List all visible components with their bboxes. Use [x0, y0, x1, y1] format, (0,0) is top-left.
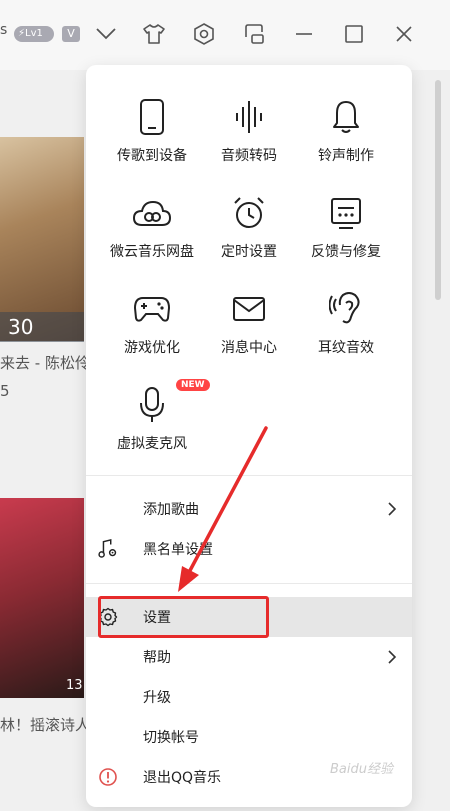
grid-label: 铃声制作 — [318, 148, 374, 164]
song-title-1[interactable]: 来去 - 陈松伶 — [0, 352, 86, 373]
new-badge: NEW — [176, 379, 210, 391]
exit-alert-icon — [98, 767, 118, 787]
menu-divider — [86, 583, 412, 584]
chevron-down-icon[interactable] — [92, 20, 120, 48]
grid-label: 传歌到设备 — [117, 148, 187, 164]
menu-item-blacklist-settings[interactable]: 黑名单设置 — [86, 529, 412, 569]
menu-grid-message-center[interactable]: 消息中心 — [199, 287, 299, 371]
bell-icon — [326, 95, 366, 139]
menu-item-label: 黑名单设置 — [143, 542, 213, 558]
watermark-text: Baidu经验 — [330, 762, 393, 777]
menu-grid-transfer-to-device[interactable]: 传歌到设备 — [102, 95, 202, 179]
chevron-right-icon — [386, 649, 398, 665]
annotation-highlight-box — [98, 596, 269, 638]
ear-icon — [326, 287, 366, 331]
main-menu-popup: 传歌到设备 音频转码 铃声制作 微云音乐网盘 定时设置 反馈与修复 游戏优化 消… — [86, 65, 412, 807]
menu-grid-virtual-mic[interactable]: NEW 虚拟麦克风 — [102, 379, 210, 467]
grid-label: 音频转码 — [221, 148, 277, 164]
menu-grid-earprint-effect[interactable]: 耳纹音效 — [296, 287, 396, 371]
menu-grid-timer[interactable]: 定时设置 — [199, 191, 299, 275]
grid-label: 反馈与修复 — [311, 244, 381, 260]
grid-label: 微云音乐网盘 — [110, 244, 194, 260]
album-cover-1[interactable] — [0, 137, 84, 341]
level-badge-text: Lv1 — [25, 28, 43, 39]
grid-label: 耳纹音效 — [318, 340, 374, 356]
menu-grid-cloud-drive[interactable]: 微云音乐网盘 — [102, 191, 202, 275]
menu-item-help[interactable]: 帮助 — [86, 637, 412, 677]
song-title-2[interactable]: 林！摇滚诗人 — [0, 714, 86, 735]
music-note-gear-icon — [98, 538, 118, 559]
settings-hex-icon[interactable] — [190, 20, 218, 48]
grid-label: 定时设置 — [221, 244, 277, 260]
audio-waveform-icon — [229, 95, 269, 139]
mail-icon — [229, 287, 269, 331]
close-icon[interactable] — [390, 20, 418, 48]
album-cover-2-count: 13 — [66, 678, 83, 693]
tshirt-skin-icon[interactable] — [140, 20, 168, 48]
menu-item-add-songs[interactable]: 添加歌曲 — [86, 489, 412, 529]
phone-device-icon — [132, 95, 172, 139]
menu-item-label: 添加歌曲 — [143, 502, 199, 518]
album-cover-2[interactable] — [0, 498, 84, 698]
menu-item-upgrade[interactable]: 升级 — [86, 677, 412, 717]
chevron-right-icon — [386, 501, 398, 517]
menu-divider — [86, 475, 412, 476]
menu-item-label: 帮助 — [143, 650, 171, 666]
menu-grid-feedback[interactable]: 反馈与修复 — [296, 191, 396, 275]
level-badge[interactable]: ⚡Lv1 — [14, 26, 54, 42]
grid-label: 消息中心 — [221, 340, 277, 356]
menu-item-switch-account[interactable]: 切换帐号 — [86, 717, 412, 757]
alarm-clock-icon — [229, 191, 269, 235]
scrollbar[interactable] — [435, 80, 441, 300]
menu-grid-audio-transcode[interactable]: 音频转码 — [199, 95, 299, 179]
grid-label: 游戏优化 — [124, 340, 180, 356]
song-subtitle-1: 5 — [0, 382, 10, 400]
minimize-icon[interactable] — [290, 20, 318, 48]
vip-badge[interactable]: V — [62, 26, 80, 42]
feedback-icon — [326, 191, 366, 235]
title-bar: s ⚡Lv1 V — [0, 0, 450, 70]
microphone-icon — [132, 383, 172, 427]
menu-item-label: 升级 — [143, 690, 171, 706]
menu-grid-ringtone[interactable]: 铃声制作 — [296, 95, 396, 179]
menu-item-label: 退出QQ音乐 — [143, 770, 222, 786]
grid-label: 虚拟麦克风 — [117, 436, 187, 452]
album-cover-1-count: 30 — [0, 312, 84, 342]
title-partial-text: s — [0, 22, 8, 38]
menu-grid-game-optimize[interactable]: 游戏优化 — [102, 287, 202, 371]
maximize-icon[interactable] — [340, 20, 368, 48]
cloud-drive-icon — [132, 191, 172, 235]
gamepad-icon — [132, 287, 172, 331]
menu-item-label: 切换帐号 — [143, 730, 199, 746]
mini-mode-icon[interactable] — [240, 20, 268, 48]
